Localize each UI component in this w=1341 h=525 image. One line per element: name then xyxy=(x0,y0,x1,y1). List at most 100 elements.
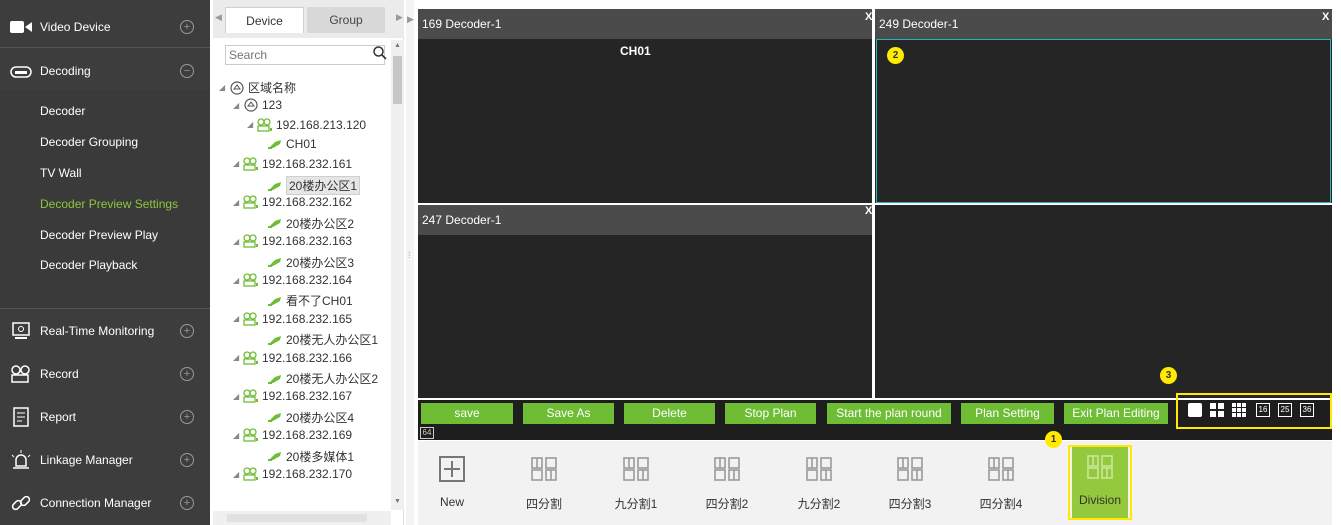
tree-area-node[interactable]: ◢ 123 xyxy=(233,98,282,112)
device-tree-panel: ◀ Device Group ▶ ◢ 区域名称 ◢ 123 ◢ 192.168.213.1… xyxy=(213,0,404,525)
tab-device[interactable]: Device xyxy=(225,7,304,33)
tree-vertical-scrollbar[interactable]: ▲ ▼ xyxy=(391,40,404,510)
scroll-down-icon[interactable]: ▼ xyxy=(394,498,401,505)
expand-icon[interactable]: + xyxy=(180,496,194,510)
sidebar-item-decoder-preview-play[interactable]: Decoder Preview Play xyxy=(40,228,158,242)
plan-item[interactable]: 四分割4 xyxy=(973,449,1029,517)
search-field[interactable] xyxy=(225,45,385,65)
tree-device-node[interactable]: ◢ 192.168.213.120 xyxy=(247,118,366,132)
expand-triangle-icon[interactable]: ◢ xyxy=(233,101,243,110)
expand-triangle-icon[interactable]: ◢ xyxy=(247,120,257,129)
tree-device-node[interactable]: ◢ 192.168.232.165 xyxy=(233,312,352,326)
sidebar-item-tv-wall[interactable]: TV Wall xyxy=(40,166,82,180)
scroll-up-icon[interactable]: ▲ xyxy=(394,42,401,49)
layout-36-icon[interactable]: 36 xyxy=(1300,403,1314,417)
drag-handle-icon[interactable]: ⁞ xyxy=(408,250,411,260)
tree-channel-node[interactable]: 20楼多媒体1 xyxy=(257,448,354,465)
scroll-right-icon[interactable]: ▶ xyxy=(396,12,406,26)
close-icon[interactable]: X xyxy=(865,205,872,217)
expand-triangle-icon[interactable]: ◢ xyxy=(233,392,243,401)
search-icon[interactable] xyxy=(373,46,387,63)
layout-16-icon[interactable]: 16 xyxy=(1256,403,1270,417)
plan-setting-button[interactable]: Plan Setting xyxy=(961,403,1054,424)
expand-icon[interactable]: + xyxy=(180,20,194,34)
layout-4-icon[interactable] xyxy=(1210,403,1224,417)
sidebar-item-decoder-grouping[interactable]: Decoder Grouping xyxy=(40,135,138,149)
plan-item[interactable]: 四分割 xyxy=(516,449,572,517)
tree-device-node[interactable]: ◢ 192.168.232.163 xyxy=(233,234,352,248)
plan-item[interactable]: New xyxy=(424,449,480,517)
delete-button[interactable]: Delete xyxy=(624,403,715,424)
video-pane-4[interactable] xyxy=(875,205,1332,398)
plan-toolbar: save Save As Delete Stop Plan Start the … xyxy=(418,367,1332,440)
plan-item[interactable]: 四分割3 xyxy=(882,449,938,517)
expand-triangle-icon[interactable]: ◢ xyxy=(233,431,243,440)
exit-plan-editing-button[interactable]: Exit Plan Editing xyxy=(1064,403,1168,424)
tree-channel-node[interactable]: 20楼办公区2 xyxy=(257,215,354,232)
tree-device-node[interactable]: ◢ 192.168.232.162 xyxy=(233,195,352,209)
video-pane-3[interactable]: 247 Decoder-1 X xyxy=(418,205,872,398)
video-pane-2[interactable]: 249 Decoder-1 X 2 xyxy=(875,9,1332,203)
expand-triangle-icon[interactable]: ◢ xyxy=(233,353,243,362)
nav-group-video-device[interactable]: Video Device + xyxy=(0,7,210,47)
nav-group-decoding[interactable]: Decoding − xyxy=(0,51,210,91)
expand-triangle-icon[interactable]: ◢ xyxy=(233,276,243,285)
expand-triangle-icon[interactable]: ◢ xyxy=(233,470,243,479)
collapse-arrow-icon[interactable]: ▶ xyxy=(407,14,414,25)
tree-device-node[interactable]: ◢ 192.168.232.170 xyxy=(233,467,352,481)
plan-item[interactable]: Division xyxy=(1072,447,1128,518)
expand-icon[interactable]: + xyxy=(180,410,194,424)
expand-icon[interactable]: + xyxy=(180,367,194,381)
nav-group-real-time-monitoring[interactable]: Real-Time Monitoring + xyxy=(0,311,210,351)
expand-triangle-icon[interactable]: ◢ xyxy=(233,314,243,323)
scrollbar-thumb[interactable] xyxy=(227,514,367,522)
tree-channel-node[interactable]: 看不了CH01 xyxy=(257,292,353,309)
search-input[interactable] xyxy=(226,46,366,64)
tree-channel-node[interactable]: 20楼无人办公区2 xyxy=(257,370,378,387)
collapse-icon[interactable]: − xyxy=(180,64,194,78)
scrollbar-thumb[interactable] xyxy=(393,56,402,104)
save-as-button[interactable]: Save As xyxy=(523,403,614,424)
expand-triangle-icon[interactable]: ◢ xyxy=(219,83,229,92)
tree-device-node[interactable]: ◢ 192.168.232.161 xyxy=(233,157,352,171)
stop-plan-button[interactable]: Stop Plan xyxy=(725,403,816,424)
tree-device-node[interactable]: ◢ 192.168.232.164 xyxy=(233,273,352,287)
tree-channel-node[interactable]: 20楼办公区1 xyxy=(257,176,361,195)
nav-group-connection-manager[interactable]: Connection Manager + xyxy=(0,483,210,523)
plan-item[interactable]: 四分割2 xyxy=(699,449,755,517)
video-pane-1[interactable]: 169 Decoder-1 X CH01 xyxy=(418,9,872,203)
plan-item[interactable]: 九分割1 xyxy=(608,449,664,517)
sidebar-item-decoder-playback[interactable]: Decoder Playback xyxy=(40,258,137,272)
save-button[interactable]: save xyxy=(421,403,513,424)
expand-triangle-icon[interactable]: ◢ xyxy=(233,237,243,246)
plan-item[interactable]: 九分割2 xyxy=(791,449,847,517)
expand-icon[interactable]: + xyxy=(180,324,194,338)
tree-channel-node[interactable]: 20楼无人办公区1 xyxy=(257,331,378,348)
layout-1-icon[interactable] xyxy=(1188,403,1202,417)
scroll-left-icon[interactable]: ◀ xyxy=(215,12,225,26)
expand-triangle-icon[interactable]: ◢ xyxy=(233,198,243,207)
expand-triangle-icon[interactable]: ◢ xyxy=(233,159,243,168)
tree-channel-node[interactable]: CH01 xyxy=(257,137,317,151)
tree-channel-node[interactable]: 20楼办公区4 xyxy=(257,409,354,426)
sidebar-item-decoder[interactable]: Decoder xyxy=(40,104,85,118)
tree-device-node[interactable]: ◢ 192.168.232.167 xyxy=(233,389,352,403)
tree-device-node[interactable]: ◢ 192.168.232.166 xyxy=(233,351,352,365)
panel-splitter[interactable]: ▶ ⁞ xyxy=(406,0,414,525)
close-icon[interactable]: X xyxy=(1322,11,1329,23)
nav-group-linkage-manager[interactable]: Linkage Manager + xyxy=(0,440,210,480)
close-icon[interactable]: X xyxy=(865,11,872,23)
layout-64-icon[interactable]: 64 xyxy=(420,427,434,439)
nav-group-record[interactable]: Record + xyxy=(0,354,210,394)
layout-25-icon[interactable]: 25 xyxy=(1278,403,1292,417)
tree-device-node[interactable]: ◢ 192.168.232.169 xyxy=(233,428,352,442)
tree-channel-node[interactable]: 20楼办公区3 xyxy=(257,254,354,271)
tab-group[interactable]: Group xyxy=(307,7,385,33)
sidebar-item-decoder-preview-settings[interactable]: Decoder Preview Settings xyxy=(40,197,178,211)
expand-icon[interactable]: + xyxy=(180,453,194,467)
start-plan-round-button[interactable]: Start the plan round xyxy=(827,403,951,424)
layout-9-icon[interactable] xyxy=(1232,403,1246,417)
nav-group-report[interactable]: Report + xyxy=(0,397,210,437)
tree-root[interactable]: ◢ 区域名称 xyxy=(219,79,296,96)
tree-horizontal-scrollbar[interactable] xyxy=(213,511,391,525)
